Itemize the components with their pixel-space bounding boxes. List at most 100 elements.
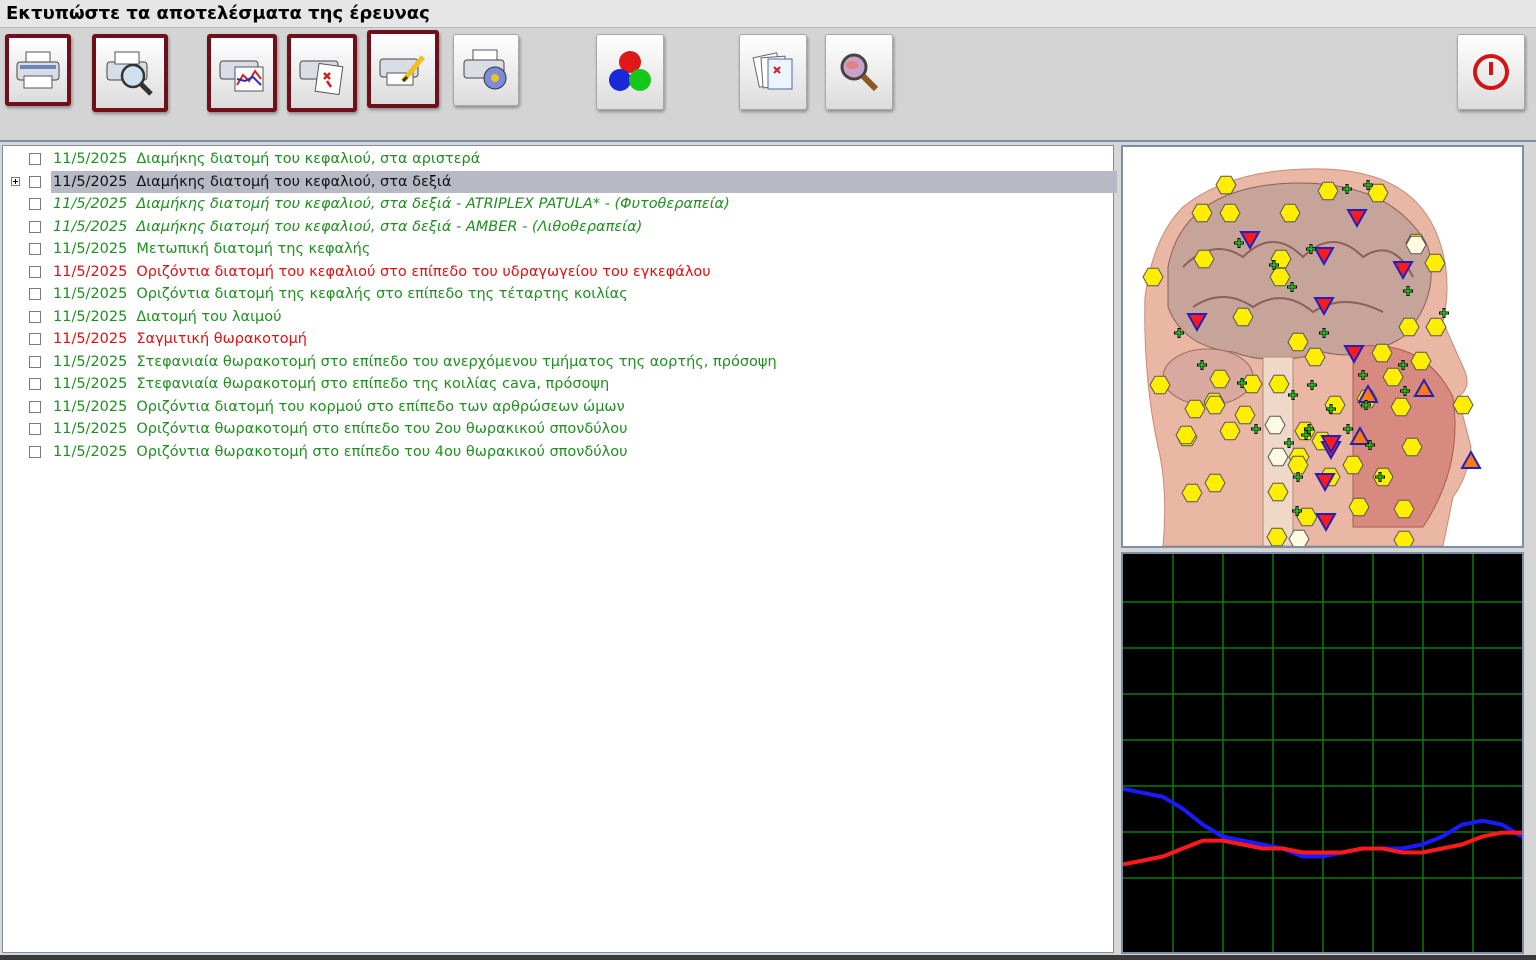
zoom-button[interactable]: [825, 34, 893, 110]
hexagon-marker: [1149, 375, 1171, 395]
item-date: 11/5/2025: [53, 263, 128, 280]
hexagon-marker: [1367, 183, 1389, 203]
item-checkbox[interactable]: [29, 153, 41, 165]
hexagon-marker: [1268, 374, 1290, 394]
power-icon: [1473, 54, 1509, 90]
list-item[interactable]: 11/5/2025 Μετωπική διατομή της κεφαλής: [3, 238, 1113, 260]
item-checkbox[interactable]: [29, 310, 41, 323]
hexagon-marker: [1390, 397, 1412, 417]
hexagon-marker: [1287, 455, 1309, 475]
item-label: Οριζόντια θωρακοτομή στο επίπεδο του 2ου…: [136, 421, 628, 437]
list-item-text: 11/5/2025 Διαμήκης διατομή του κεφαλιού, …: [51, 193, 734, 215]
print-remedies-button[interactable]: [287, 34, 357, 112]
item-date: 11/5/2025: [53, 421, 128, 437]
hexagon-marker: [1219, 203, 1241, 223]
magnifier-icon: [840, 53, 879, 92]
hexagon-marker: [1304, 347, 1326, 367]
list-item-text: 11/5/2025 Οριζόντια διατομή του κορμού στ…: [51, 396, 629, 418]
hexagon-marker: [1181, 483, 1203, 503]
hexagon-marker: [1204, 473, 1226, 493]
list-item[interactable]: 11/5/2025 Οριζόντια διατομή του κεφαλιού …: [3, 261, 1113, 283]
item-label: Στεφανιαία θωρακοτομή στο επίπεδο της κο…: [136, 376, 610, 392]
list-item[interactable]: 11/5/2025 Διαμήκης διατομή του κεφαλιού, …: [3, 170, 1117, 193]
list-item[interactable]: 11/5/2025 Σαγμιτική θωρακοτομή: [3, 328, 1113, 350]
title-bar: Εκτυπώστε τα αποτελέσματα της έρευνας: [0, 0, 1536, 28]
item-date: 11/5/2025: [53, 308, 128, 325]
list-item[interactable]: 11/5/2025 Διατομή του λαιμού: [3, 306, 1113, 328]
item-date: 11/5/2025: [53, 398, 128, 415]
item-label: Οριζόντια διατομή του κορμού στο επίπεδο…: [136, 398, 625, 415]
hexagon-marker: [1287, 332, 1309, 352]
list-item-text: 11/5/2025 Οριζόντια διατομή του κεφαλιού …: [51, 261, 715, 283]
item-date: 11/5/2025: [53, 151, 128, 167]
item-label: Διατομή του λαιμού: [136, 308, 282, 325]
hexagon-marker: [1267, 447, 1289, 467]
print-preview-magnifier-icon: [106, 51, 153, 96]
expand-toggle-icon[interactable]: [11, 176, 20, 186]
print-extra-button[interactable]: [453, 34, 519, 106]
item-date: 11/5/2025: [53, 443, 128, 460]
list-item-text: 11/5/2025 Οριζόντια θωρακοτομή στο επίπεδ…: [51, 418, 632, 440]
hexagon-marker: [1266, 527, 1288, 546]
list-item-text: 11/5/2025 Διαμήκης διατομή του κεφαλιού, …: [51, 148, 484, 170]
hexagon-marker: [1317, 181, 1339, 201]
printer-icon: [16, 51, 60, 89]
print-chart-button[interactable]: [207, 34, 277, 112]
documents-icon: [752, 52, 793, 90]
hexagon-marker: [1348, 497, 1370, 517]
hexagon-marker: [1175, 425, 1197, 445]
item-checkbox[interactable]: [29, 175, 41, 188]
wave-chart: [1123, 554, 1522, 952]
list-item[interactable]: 11/5/2025 Οριζόντια θωρακοτομή στο επίπεδ…: [3, 441, 1113, 463]
list-item[interactable]: 11/5/2025 Διαμήκης διατομή του κεφαλιού, …: [3, 193, 1113, 215]
list-item-text: 11/5/2025 Οριζόντια διατομή της κεφαλής σ…: [51, 283, 632, 305]
reports-button[interactable]: [739, 34, 807, 110]
list-item-text: 11/5/2025 Στεφανιαία θωρακοτομή στο επίπε…: [51, 373, 613, 395]
print-preview-button[interactable]: [92, 34, 168, 112]
hexagon-marker: [1234, 405, 1256, 425]
item-date: 11/5/2025: [53, 173, 128, 190]
list-item[interactable]: 11/5/2025 Οριζόντια θωρακοτομή στο επίπεδ…: [3, 418, 1113, 440]
list-item-text: 11/5/2025 Μετωπική διατομή της κεφαλής: [51, 238, 374, 260]
item-date: 11/5/2025: [53, 196, 128, 212]
results-list: 11/5/2025 Διαμήκης διατομή του κεφαλιού, …: [2, 145, 1117, 953]
hexagon-marker: [1219, 421, 1241, 441]
list-item-text: 11/5/2025 Διαμήκης διατομή του κεφαλιού, …: [51, 216, 646, 238]
hexagon-marker: [1425, 317, 1447, 337]
hexagon-marker: [1267, 482, 1289, 502]
list-item[interactable]: 11/5/2025 Οριζόντια διατομή του κορμού στ…: [3, 396, 1113, 418]
list-item-text: 11/5/2025 Στεφανιαία θωρακοτομή στο επίπε…: [51, 351, 781, 373]
item-checkbox[interactable]: [29, 333, 41, 345]
item-checkbox[interactable]: [29, 400, 41, 413]
list-item-text: 11/5/2025 Διατομή του λαιμού: [51, 306, 286, 328]
list-item[interactable]: 11/5/2025 Διαμήκης διατομή του κεφαλιού, …: [3, 148, 1113, 170]
hexagon-marker: [1209, 369, 1231, 389]
print-edit-button[interactable]: [367, 30, 439, 108]
list-item[interactable]: 11/5/2025 Στεφανιαία θωρακοτομή στο επίπε…: [3, 351, 1113, 373]
item-checkbox[interactable]: [29, 445, 41, 458]
rgb-spheres-icon: [609, 51, 651, 91]
hexagon-marker: [1401, 437, 1423, 457]
item-checkbox[interactable]: [29, 198, 41, 210]
item-checkbox[interactable]: [29, 265, 41, 278]
item-checkbox[interactable]: [29, 243, 41, 255]
hexagon-marker: [1398, 317, 1420, 337]
exit-button[interactable]: [1457, 34, 1525, 110]
item-date: 11/5/2025: [53, 241, 128, 257]
list-item[interactable]: 11/5/2025 Διαμήκης διατομή του κεφαλιού, …: [3, 216, 1113, 238]
list-item[interactable]: 11/5/2025 Στεφανιαία θωρακοτομή στο επίπε…: [3, 373, 1113, 395]
item-checkbox[interactable]: [29, 355, 41, 368]
wave-graph: [1121, 552, 1524, 954]
item-checkbox[interactable]: [29, 378, 41, 390]
item-checkbox[interactable]: [29, 220, 41, 233]
item-label: Σαγμιτική θωρακοτομή: [136, 331, 307, 347]
hexagon-marker: [1452, 395, 1474, 415]
list-item[interactable]: 11/5/2025 Οριζόντια διατομή της κεφαλής σ…: [3, 283, 1113, 305]
list-item-text: 11/5/2025 Οριζόντια θωρακοτομή στο επίπεδ…: [51, 441, 632, 463]
print-button[interactable]: [5, 34, 71, 106]
color-model-button[interactable]: [596, 34, 664, 110]
item-checkbox[interactable]: [29, 423, 41, 435]
item-label: Διαμήκης διατομή του κεφαλιού, στα δεξιά…: [136, 218, 643, 235]
list-item-text: 11/5/2025 Διαμήκης διατομή του κεφαλιού, …: [51, 170, 1117, 193]
item-checkbox[interactable]: [29, 288, 41, 300]
